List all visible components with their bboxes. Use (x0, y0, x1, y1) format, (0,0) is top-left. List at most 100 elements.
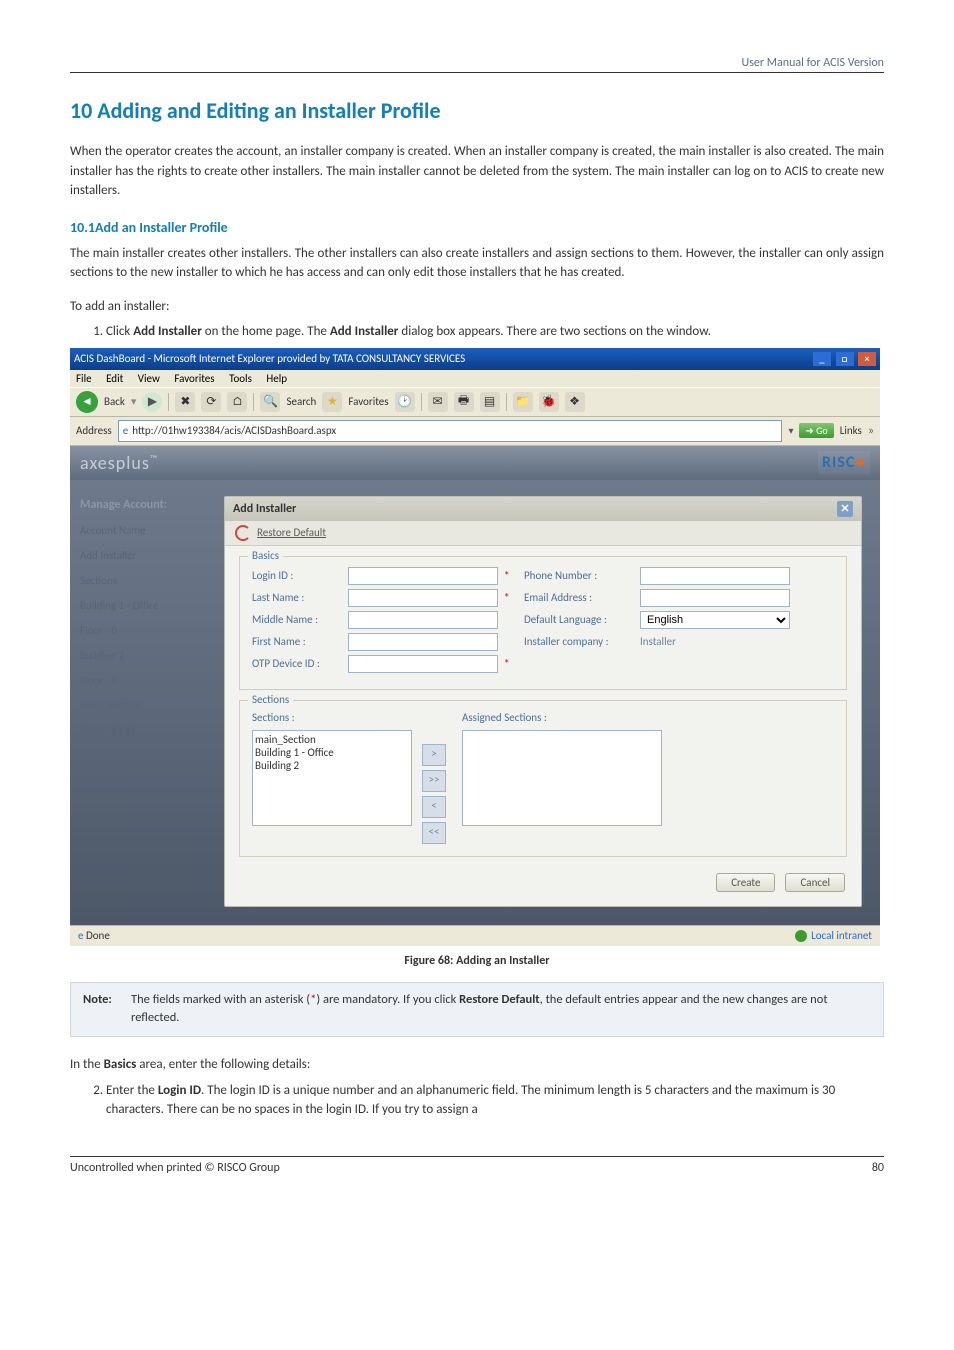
folder-icon[interactable]: 📁 (513, 392, 533, 412)
last-input[interactable] (348, 589, 498, 607)
company-value: Installer (640, 635, 790, 648)
ie-page-icon: e (123, 424, 128, 437)
block-icon[interactable]: 🐞 (539, 392, 559, 412)
sidebar-item-building2[interactable]: Building 2 (80, 649, 210, 662)
middle-input[interactable] (348, 611, 498, 629)
sections-fieldset: Sections Sections : Assigned Sections : … (239, 700, 847, 857)
panel-close-icon[interactable]: ✕ (837, 501, 853, 517)
toolbar-sep (168, 393, 169, 411)
sidebar-item-building1[interactable]: Building 1 - Office (80, 599, 210, 612)
sidebar-item-account[interactable]: Account Name (80, 524, 210, 537)
menu-view[interactable]: View (138, 372, 160, 385)
misc-icon[interactable]: ❖ (565, 392, 585, 412)
search-icon[interactable]: 🔍 (260, 392, 280, 412)
intro-paragraph: When the operator creates the account, a… (70, 142, 884, 201)
maximize-button[interactable]: □ (836, 352, 854, 366)
label-last: Last Name : (252, 591, 342, 604)
label-middle: Middle Name : (252, 613, 342, 626)
menu-favorites[interactable]: Favorites (174, 372, 214, 385)
otp-asterisk: * (504, 657, 518, 670)
sub1-paragraph-1: The main installer creates other install… (70, 244, 884, 283)
go-button[interactable]: ➜ Go (799, 423, 833, 438)
section-item-0[interactable]: main_Section (255, 733, 409, 746)
restore-icon (235, 525, 251, 541)
sections-legend: Sections (248, 693, 293, 706)
login-input[interactable] (348, 567, 498, 585)
sidebar-item-add-installer[interactable]: Add Installer (80, 549, 210, 562)
move-all-right-button[interactable]: >> (422, 770, 446, 792)
move-all-left-button[interactable]: << (422, 822, 446, 844)
back-label[interactable]: Back (104, 395, 125, 408)
move-right-button[interactable]: > (422, 744, 446, 766)
subsection-title: 10.1Add an Installer Profile (70, 219, 884, 236)
close-button[interactable]: × (858, 352, 876, 366)
cancel-button[interactable]: Cancel (785, 873, 845, 892)
menu-edit[interactable]: Edit (106, 372, 123, 385)
label-email: Email Address : (524, 591, 634, 604)
otp-input[interactable] (348, 655, 498, 673)
email-input[interactable] (640, 589, 790, 607)
move-left-button[interactable]: < (422, 796, 446, 818)
address-url: http://01hw193384/acis/ACISDashBoard.asp… (132, 424, 336, 437)
section-item-2[interactable]: Building 2 (255, 759, 409, 772)
ie-toolbar: ◄ Back ▾ ▶ ✖ ⟳ ⌂ 🔍 Search ★ Favorites 🕑 … (70, 387, 880, 417)
label-company: Installer company : (524, 635, 634, 648)
brand-logo: axesplus™ (80, 452, 158, 474)
home-icon[interactable]: ⌂ (227, 392, 247, 412)
intranet-icon (795, 930, 807, 942)
step-2: Enter the Login ID. The login ID is a un… (106, 1081, 884, 1120)
login-asterisk: * (504, 569, 518, 582)
back-button[interactable]: ◄ (76, 391, 98, 413)
lang-select[interactable]: English (640, 611, 790, 629)
panel-title: Add Installer (233, 502, 296, 516)
ie-titlebar: ACIS DashBoard - Microsoft Internet Expl… (70, 348, 880, 370)
links-label[interactable]: Links (840, 424, 862, 437)
menu-file[interactable]: File (76, 372, 92, 385)
favorites-label[interactable]: Favorites (348, 395, 388, 408)
sub1-paragraph-2: To add an installer: (70, 297, 884, 317)
restore-label: Restore Default (257, 526, 326, 539)
section-item-1[interactable]: Building 1 - Office (255, 746, 409, 759)
menu-help[interactable]: Help (266, 372, 287, 385)
label-phone: Phone Number : (524, 569, 634, 582)
menu-tools[interactable]: Tools (229, 372, 252, 385)
note-label: Note: (83, 991, 131, 1029)
stop-icon[interactable]: ✖ (175, 392, 195, 412)
mail-icon[interactable]: ✉ (428, 392, 448, 412)
basics-fieldset: Basics Login ID : * Phone Number : Last … (239, 556, 847, 690)
favorites-icon[interactable]: ★ (322, 392, 342, 412)
sidebar-item-mainsection[interactable]: main_Section (80, 699, 210, 712)
header-doc-label: User Manual for ACIS Version (70, 56, 884, 70)
print-icon[interactable]: 🖶 (454, 392, 474, 412)
status-zone: Local intranet (795, 929, 872, 942)
after-note-line: In the Basics area, enter the following … (70, 1055, 884, 1075)
history-icon[interactable]: 🕑 (395, 392, 415, 412)
minimize-button[interactable]: _ (813, 352, 831, 366)
sections-listbox[interactable]: main_Section Building 1 - Office Buildin… (252, 730, 412, 826)
phone-input[interactable] (640, 567, 790, 585)
last-asterisk: * (504, 591, 518, 604)
sidebar-item-floor0b[interactable]: Floor - 0 (80, 674, 210, 687)
basics-legend: Basics (248, 549, 283, 562)
ie-menubar: File Edit View Favorites Tools Help (70, 370, 880, 387)
refresh-icon[interactable]: ⟳ (201, 392, 221, 412)
note-box: Note: The fields marked with an asterisk… (70, 982, 884, 1038)
footer-page: 80 (872, 1161, 884, 1175)
section-title: 10 Adding and Editing an Installer Profi… (70, 97, 884, 124)
first-input[interactable] (348, 633, 498, 651)
restore-default-link[interactable]: Restore Default (225, 521, 861, 546)
create-button[interactable]: Create (716, 873, 775, 892)
assigned-listbox[interactable] (462, 730, 662, 826)
ie-window-title: ACIS DashBoard - Microsoft Internet Expl… (74, 352, 465, 365)
footer-left: Uncontrolled when printed © RISCO Group (70, 1161, 280, 1175)
sidebar-item-sections[interactable]: Sections (80, 574, 210, 587)
search-label[interactable]: Search (286, 395, 316, 408)
screenshot: ACIS DashBoard - Microsoft Internet Expl… (70, 348, 880, 946)
sidebar-item-floor0a[interactable]: Floor - 0 (80, 624, 210, 637)
edit-icon[interactable]: ▤ (480, 392, 500, 412)
forward-button[interactable]: ▶ (142, 392, 162, 412)
address-input[interactable]: e http://01hw193384/acis/ACISDashBoard.a… (118, 420, 783, 442)
go-label: Go (816, 424, 828, 437)
address-dropdown-icon[interactable]: ▾ (788, 424, 793, 437)
sidebar-item-floor14[interactable]: Floor - 1 - 4 (80, 724, 210, 737)
